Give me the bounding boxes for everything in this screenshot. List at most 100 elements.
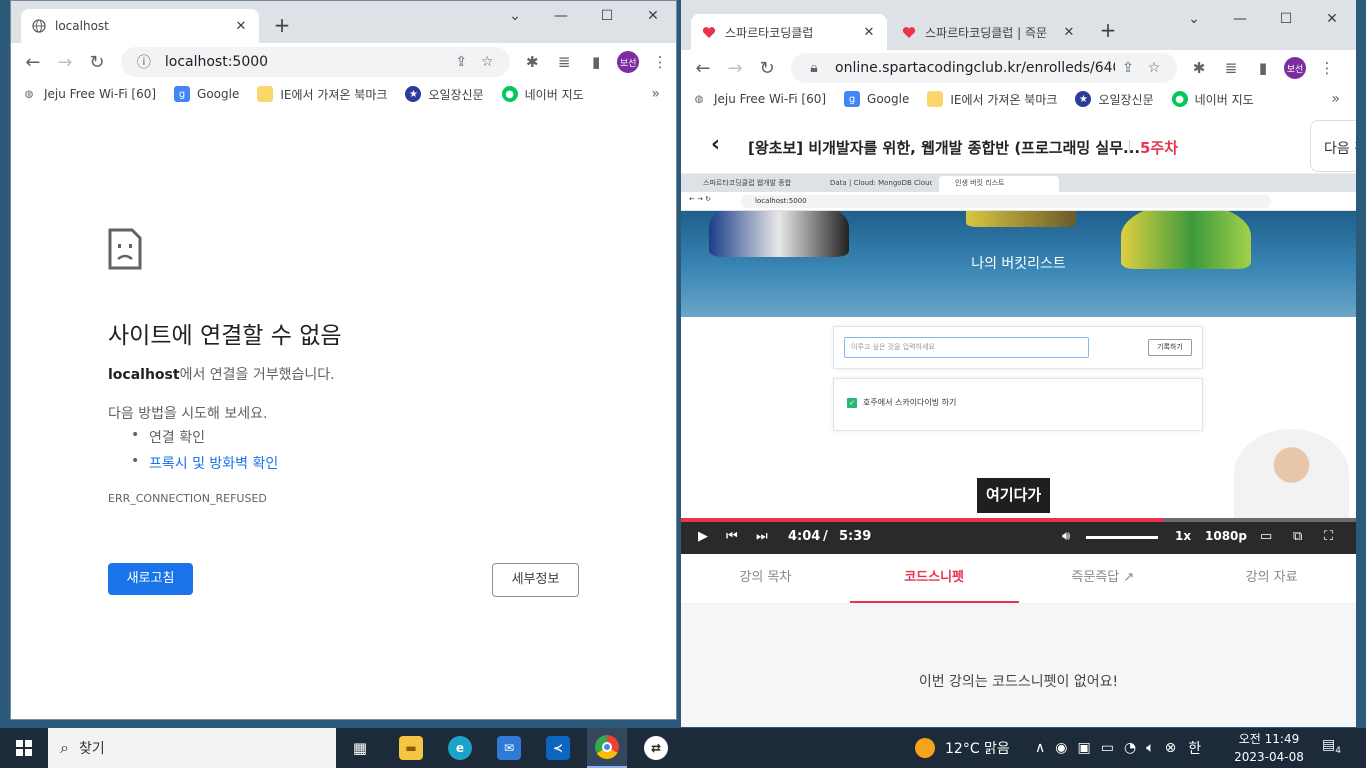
bookmarks-more-icon[interactable]: » (1331, 91, 1340, 107)
tab-search-icon[interactable]: ⌄ (1171, 4, 1217, 36)
close-tab-icon[interactable]: ✕ (861, 25, 877, 40)
bucket-item: ✓ 호주에서 스카이다이빙 하기 (847, 397, 956, 408)
tab-localhost[interactable]: localhost ✕ (21, 9, 259, 43)
forward-arrow-icon[interactable]: → (719, 58, 751, 79)
bookmark-naver-map[interactable]: ● 네이버 지도 (1171, 91, 1254, 108)
reload-icon[interactable]: ↻ (751, 58, 783, 79)
previous-icon[interactable]: ⏮︎ (726, 529, 738, 544)
bookmark-google[interactable]: g Google (844, 91, 909, 107)
extensions-puzzle-icon[interactable]: ✱ (1183, 59, 1215, 77)
bookmark-star-icon[interactable]: ☆ (1141, 60, 1167, 76)
tray-expand-icon[interactable]: ∧ (1035, 740, 1045, 756)
address-bar[interactable]: ⓘ localhost:5000 ⇪ ☆ (120, 47, 511, 77)
windows-start-icon[interactable] (6, 728, 42, 768)
task-view-icon[interactable]: ▦ (346, 728, 374, 768)
bookmark-oiljang[interactable]: ★ 오일장신문 (405, 86, 484, 103)
side-panel-icon[interactable]: ▮ (1247, 59, 1279, 77)
chrome-icon[interactable] (587, 728, 627, 768)
minimize-button[interactable]: — (1217, 4, 1263, 36)
reload-icon[interactable]: ↻ (81, 52, 113, 73)
reload-button[interactable]: 새로고침 (108, 563, 193, 595)
weather-widget[interactable]: 12°C 맑음 (915, 728, 1010, 768)
maximize-button[interactable]: ☐ (1263, 4, 1309, 36)
bookmark-naver-map[interactable]: ● 네이버 지도 (501, 86, 584, 103)
proxy-firewall-link[interactable]: 프록시 및 방화벽 확인 (149, 456, 278, 472)
error-page: 사이트에 연결할 수 없음 localhost에서 연결을 거부했습니다. 다음… (11, 113, 676, 719)
volume-slider[interactable] (1086, 536, 1158, 539)
error-host: localhost (108, 367, 180, 383)
side-panel-icon[interactable]: ▮ (580, 53, 612, 71)
details-button[interactable]: 세부정보 (492, 563, 579, 597)
maximize-button[interactable]: ☐ (584, 1, 630, 33)
speed-button[interactable]: 1x (1175, 529, 1191, 543)
file-explorer-icon[interactable]: ▬ (397, 728, 425, 768)
close-window-button[interactable]: ✕ (630, 1, 676, 33)
reading-list-icon[interactable]: ≣ (548, 53, 580, 71)
next-lesson-button[interactable]: 다음 강 (1310, 120, 1356, 172)
ime-indicator[interactable]: 한 (1188, 738, 1201, 758)
back-arrow-icon[interactable]: ← (17, 52, 49, 73)
bookmarks-more-icon[interactable]: » (651, 86, 660, 102)
close-window-button[interactable]: ✕ (1309, 4, 1355, 36)
share-icon[interactable]: ⇪ (448, 54, 474, 70)
play-icon[interactable]: ▶ (698, 529, 708, 544)
back-arrow-icon[interactable]: ← (687, 58, 719, 79)
close-tab-icon[interactable]: ✕ (1061, 25, 1077, 40)
next-icon[interactable]: ⏭︎ (756, 529, 768, 544)
fullscreen-icon[interactable]: ⛶ (1324, 529, 1333, 544)
mute-x-icon[interactable]: ⊗ (1165, 740, 1177, 756)
minimize-button[interactable]: — (538, 1, 584, 33)
edge-browser-icon[interactable]: e (446, 728, 474, 768)
tab-title: 스파르타코딩클럽 (725, 25, 814, 40)
subtitles-icon[interactable]: ▭ (1260, 529, 1272, 544)
close-tab-icon[interactable]: ✕ (233, 19, 249, 34)
remote-app-icon[interactable]: ⇄ (641, 728, 671, 768)
address-bar[interactable]: 🔒︎ online.spartacodingclub.kr/enrolleds/… (791, 53, 1177, 83)
volume-icon[interactable]: 🔊︎ (1062, 529, 1070, 544)
course-header: ‹ [왕초보] 비개발자를 위한, 웹개발 종합반 (프로그래밍 실무... 5… (681, 112, 1356, 174)
tab-sparta-qna[interactable]: 스파르타코딩클럽 | 즉문 ✕ (891, 14, 1087, 50)
bookmark-jeju-wifi[interactable]: ◍ Jeju Free Wi-Fi [60] (691, 91, 826, 107)
profile-avatar[interactable]: 보선 (617, 51, 640, 73)
tab-lesson-index[interactable]: 강의 목차 (681, 554, 850, 603)
bookmark-google[interactable]: g Google (174, 86, 239, 102)
mail-icon[interactable]: ✉ (495, 728, 523, 768)
meet-icon[interactable]: ▣ (1077, 740, 1090, 756)
speaker-icon[interactable]: 🔈︎ (1146, 740, 1154, 756)
tab-search-icon[interactable]: ⌄ (492, 1, 538, 33)
bookmark-folder-ie[interactable]: IE에서 가져온 북마크 (257, 86, 387, 103)
info-icon[interactable]: ⓘ (131, 52, 157, 72)
wifi-icon[interactable]: ◔ (1124, 740, 1136, 756)
bookmark-oiljang[interactable]: ★ 오일장신문 (1075, 91, 1154, 108)
new-tab-button[interactable]: + (268, 13, 296, 37)
taskbar-search[interactable]: ⌕ 찾기 (48, 728, 336, 768)
picture-in-picture-icon[interactable]: ⧉ (1293, 529, 1302, 544)
extensions-puzzle-icon[interactable]: ✱ (516, 53, 548, 71)
tab-qna[interactable]: 즉문즉답 ↗ (1019, 554, 1188, 603)
reading-list-icon[interactable]: ≣ (1215, 59, 1247, 77)
record-icon[interactable]: ◉ (1055, 740, 1067, 756)
forward-arrow-icon[interactable]: → (49, 52, 81, 73)
tab-materials[interactable]: 강의 자료 (1187, 554, 1356, 603)
video-player[interactable]: 스파르타코딩클럽 웹개발 종합 Data | Cloud: MongoDB Cl… (681, 174, 1356, 554)
share-icon[interactable]: ⇪ (1115, 60, 1141, 76)
bucket-input[interactable]: 이루고 싶은 것을 입력하세요 (844, 337, 1089, 358)
record-button[interactable]: 기록하기 (1148, 339, 1192, 356)
vscode-icon[interactable]: ≺ (544, 728, 572, 768)
back-chevron-icon[interactable]: ‹ (711, 132, 720, 157)
notification-center-icon[interactable]: ▤4 (1322, 737, 1341, 756)
tab-sparta[interactable]: 스파르타코딩클럽 ✕ (691, 14, 887, 50)
bookmark-folder-ie[interactable]: IE에서 가져온 북마크 (927, 91, 1057, 108)
profile-avatar[interactable]: 보선 (1284, 57, 1306, 79)
menu-kebab-icon[interactable]: ⋮ (1311, 59, 1343, 77)
bookmark-jeju-wifi[interactable]: ◍ Jeju Free Wi-Fi [60] (21, 86, 156, 102)
battery-icon[interactable]: ▭ (1101, 740, 1114, 756)
new-tab-button[interactable]: + (1094, 18, 1122, 42)
tab-code-snippet[interactable]: 코드스니펫 (849, 554, 1019, 603)
quality-button[interactable]: 1080p (1205, 529, 1247, 543)
taskbar-clock[interactable]: 오전 11:49 2023-04-08 (1232, 730, 1306, 766)
lock-icon[interactable]: 🔒︎ (801, 60, 827, 76)
menu-kebab-icon[interactable]: ⋮ (644, 53, 676, 71)
address-text: localhost:5000 (164, 54, 269, 70)
bookmark-star-icon[interactable]: ☆ (474, 54, 500, 70)
